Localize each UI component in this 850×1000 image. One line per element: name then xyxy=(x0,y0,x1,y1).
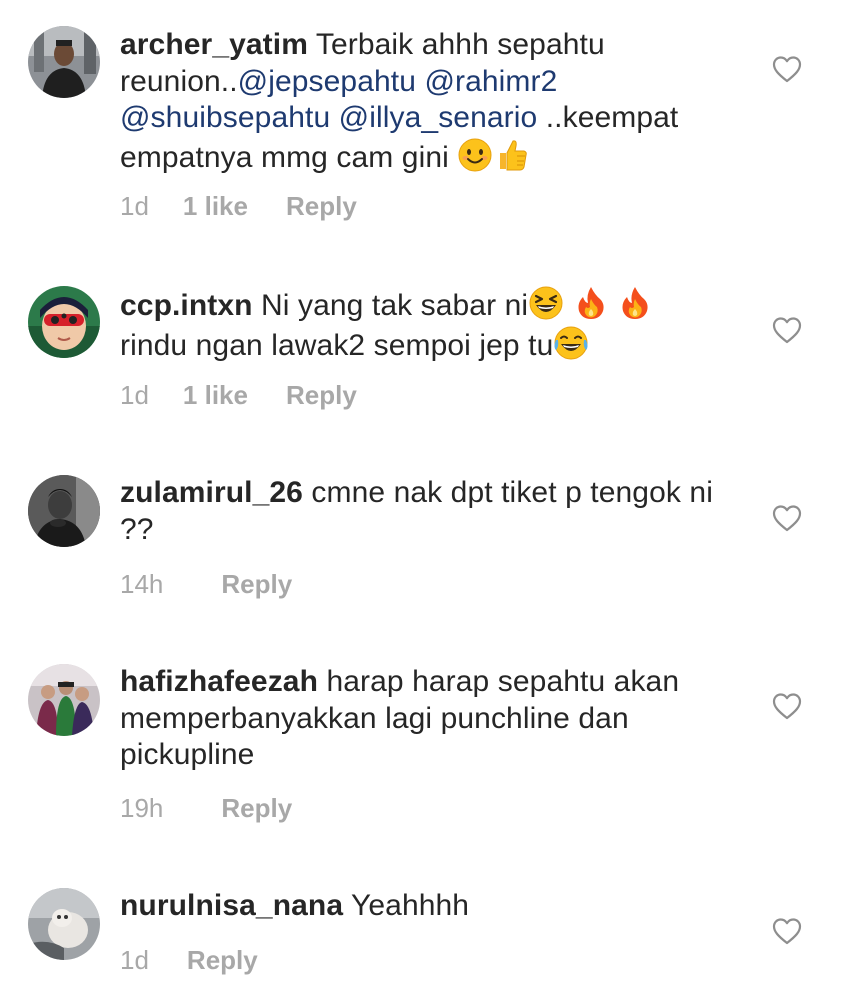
comment-time: 1d xyxy=(120,945,149,975)
comment-time: 19h xyxy=(120,793,164,823)
comment-text: rindu ngan lawak2 sempoi jep tu xyxy=(120,328,554,362)
fire-emoji xyxy=(617,285,653,321)
like-heart-icon[interactable] xyxy=(772,504,802,532)
likes-count[interactable]: 1 like xyxy=(183,380,248,411)
reply-button[interactable]: Reply xyxy=(286,380,357,411)
comment-time: 1d xyxy=(120,191,149,221)
comment-meta: 1d 1 like Reply xyxy=(120,380,357,411)
avatar[interactable] xyxy=(28,475,100,547)
tears-of-joy-emoji xyxy=(553,325,589,361)
comment-meta: 1d 1 like Reply xyxy=(120,191,357,222)
comment-body: zulamirul_26 cmne nak dpt tiket p tengok… xyxy=(120,475,730,548)
like-heart-icon[interactable] xyxy=(772,917,802,945)
comment-body: archer_yatim Terbaik ahhh sepahtu reunio… xyxy=(120,27,730,176)
avatar[interactable] xyxy=(28,286,100,358)
likes-count[interactable]: 1 like xyxy=(183,191,248,222)
grinning-squinting-emoji xyxy=(528,285,564,321)
comment-text: Ni yang tak sabar ni xyxy=(252,289,529,322)
fire-emoji xyxy=(573,285,609,321)
reply-button[interactable]: Reply xyxy=(221,569,292,600)
comment-username[interactable]: zulamirul_26 xyxy=(120,476,303,509)
comment-text: Yeahhhh xyxy=(343,889,470,922)
comment-username[interactable]: ccp.intxn xyxy=(120,289,253,322)
mention-link[interactable]: @jepsepahtu xyxy=(238,65,416,98)
mention-link[interactable]: @rahimr2 xyxy=(424,65,557,98)
comment-body: ccp.intxn Ni yang tak sabar ni rindu nga… xyxy=(120,285,730,364)
comment-time: 1d xyxy=(120,380,149,410)
smiling-face-emoji xyxy=(457,137,493,173)
comment-time: 14h xyxy=(120,569,164,599)
like-heart-icon[interactable] xyxy=(772,316,802,344)
reply-button[interactable]: Reply xyxy=(187,945,258,976)
avatar[interactable] xyxy=(28,664,100,736)
comment-username[interactable]: hafizhafeezah xyxy=(120,665,318,698)
avatar[interactable] xyxy=(28,888,100,960)
reply-button[interactable]: Reply xyxy=(221,793,292,824)
thumbs-up-emoji xyxy=(493,137,529,173)
comment-meta: 19h Reply xyxy=(120,793,292,824)
reply-button[interactable]: Reply xyxy=(286,191,357,222)
comment-username[interactable]: archer_yatim xyxy=(120,28,308,61)
comment-body: hafizhafeezah harap harap sepahtu akan m… xyxy=(120,664,730,774)
avatar[interactable] xyxy=(28,26,100,98)
comment-username[interactable]: nurulnisa_nana xyxy=(120,889,343,922)
like-heart-icon[interactable] xyxy=(772,55,802,83)
mention-link[interactable]: @shuibsepahtu xyxy=(120,101,330,134)
like-heart-icon[interactable] xyxy=(772,692,802,720)
comment-body: nurulnisa_nana Yeahhhh xyxy=(120,888,730,925)
comment-meta: 14h Reply xyxy=(120,569,292,600)
mention-link[interactable]: @illya_senario xyxy=(339,101,538,134)
comment-meta: 1d Reply xyxy=(120,945,258,976)
